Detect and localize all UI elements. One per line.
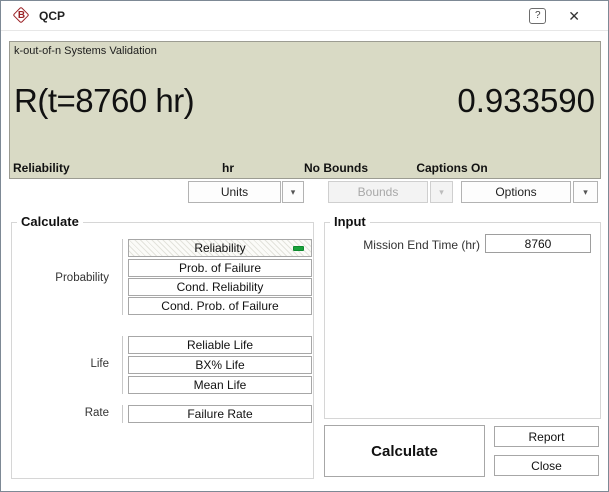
app-brand-icon: B	[12, 6, 31, 25]
options-dropdown-arrow[interactable]: ▾	[573, 181, 598, 203]
life-row-label: Life	[29, 358, 109, 370]
result-expression: R(t=8760 hr)	[14, 82, 194, 120]
units-button[interactable]: Units	[188, 181, 281, 203]
rate-row-label: Rate	[29, 407, 109, 419]
options-button[interactable]: Options	[461, 181, 571, 203]
cond-reliability-button[interactable]: Cond. Reliability	[128, 278, 312, 296]
probability-row-label: Probability	[29, 272, 109, 284]
life-divider	[122, 336, 123, 394]
titlebar: B QCP ? ✕	[1, 1, 608, 31]
bx-life-button[interactable]: BX% Life	[128, 356, 312, 374]
mission-end-time-label: Mission End Time (hr)	[340, 238, 480, 252]
caption-bounds: No Bounds	[304, 161, 368, 175]
close-icon[interactable]: ✕	[568, 9, 580, 23]
chevron-down-icon: ▾	[439, 187, 444, 198]
window-title: QCP	[39, 9, 65, 23]
chevron-down-icon: ▾	[583, 187, 588, 198]
reliability-button-label: Reliability	[194, 241, 245, 255]
reliability-button[interactable]: Reliability	[128, 239, 312, 257]
calculate-group-title: Calculate	[17, 214, 83, 229]
close-button[interactable]: Close	[494, 455, 599, 476]
mission-end-time-input[interactable]	[485, 234, 591, 253]
calculate-button[interactable]: Calculate	[324, 425, 485, 477]
report-button[interactable]: Report	[494, 426, 599, 447]
result-value: 0.933590	[457, 82, 595, 120]
selected-indicator-icon	[293, 246, 304, 251]
mean-life-button[interactable]: Mean Life	[128, 376, 312, 394]
prob-of-failure-button[interactable]: Prob. of Failure	[128, 259, 312, 277]
brand-letter: B	[12, 6, 31, 25]
caption-options: Captions On	[416, 161, 487, 175]
units-dropdown-arrow[interactable]: ▾	[282, 181, 304, 203]
bounds-button: Bounds	[328, 181, 428, 203]
bounds-dropdown-arrow: ▾	[430, 181, 453, 203]
analysis-context-label: k-out-of-n Systems Validation	[14, 45, 157, 57]
qcp-window: B QCP ? ✕ k-out-of-n Systems Validation …	[0, 0, 609, 492]
input-group-title: Input	[330, 214, 370, 229]
caption-metric: Reliability	[13, 161, 70, 175]
help-icon[interactable]: ?	[529, 8, 546, 24]
caption-units: hr	[222, 161, 234, 175]
titlebar-buttons: ? ✕	[529, 8, 608, 24]
failure-rate-button[interactable]: Failure Rate	[128, 405, 312, 423]
cond-prob-of-failure-button[interactable]: Cond. Prob. of Failure	[128, 297, 312, 315]
reliable-life-button[interactable]: Reliable Life	[128, 336, 312, 354]
chevron-down-icon: ▾	[291, 187, 296, 198]
result-panel: k-out-of-n Systems Validation R(t=8760 h…	[9, 41, 601, 179]
probability-divider	[122, 239, 123, 315]
rate-divider	[122, 405, 123, 423]
